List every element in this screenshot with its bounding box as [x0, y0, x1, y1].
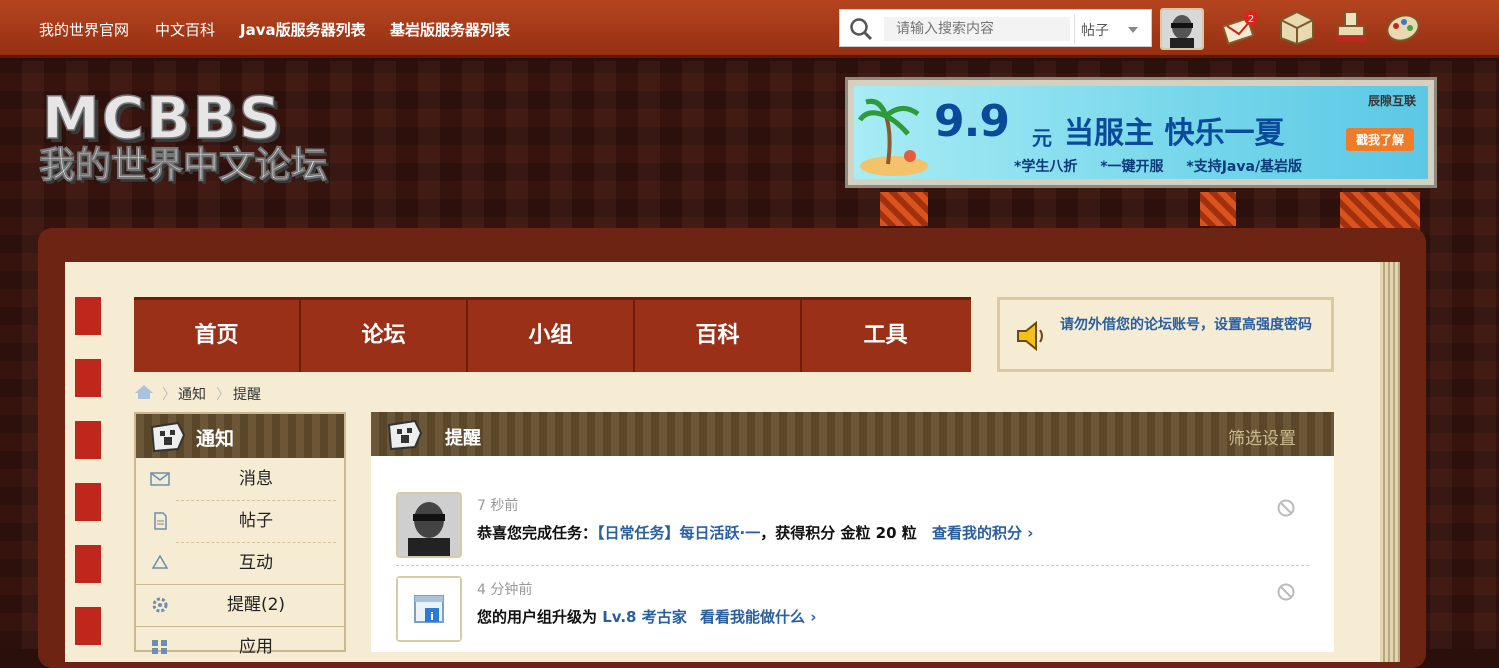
book-page-edge	[1380, 262, 1400, 662]
link-chinese-wiki[interactable]: 中文百科	[155, 19, 215, 40]
stamp-icon[interactable]	[1332, 10, 1370, 46]
block-box-icon[interactable]	[1278, 10, 1316, 46]
sidebar-item-label: 互动	[239, 553, 273, 573]
search-type-select[interactable]: 帖子	[1074, 14, 1148, 44]
breadcrumb-separator: 〉	[162, 387, 176, 403]
ad-price: 9.9	[934, 96, 1010, 147]
chevron-down-icon	[1128, 27, 1138, 33]
nav-home[interactable]: 首页	[134, 300, 301, 372]
creeper-badge-icon	[387, 419, 423, 451]
task-link[interactable]: 【日常任务】每日活跃·一	[597, 524, 760, 542]
ad-features: *学生八折 *一键开服 *支持Java/基岩版	[1014, 159, 1303, 175]
nav-tools[interactable]: 工具	[802, 300, 969, 372]
ad-banner[interactable]: 9.9 元 当服主 快乐一夏 *学生八折 *一键开服 *支持Java/基岩版 辰…	[845, 77, 1437, 188]
message-prefix: 恭喜您完成任务：	[477, 524, 598, 542]
message-prefix: 您的用户组升级为	[477, 608, 598, 626]
info-window-icon: i	[398, 578, 460, 640]
svg-text:我的世界中文论坛: 我的世界中文论坛	[39, 145, 327, 186]
grid-icon	[152, 640, 167, 654]
search-box: 帖子	[839, 9, 1152, 47]
ad-learn-more-button[interactable]: 戳我了解	[1345, 128, 1414, 151]
notification-avatar[interactable]: i	[396, 576, 462, 642]
security-notice[interactable]: 请勿外借您的论坛账号，设置高强度密码	[997, 297, 1334, 372]
nav-forum[interactable]: 论坛	[301, 300, 468, 372]
panel-header: 提醒 筛选设置	[371, 412, 1334, 456]
avatar-image	[1162, 10, 1202, 48]
mcbbs-logo[interactable]: MCBBS MCBBS 我的世界中文论坛 我的世界中文论坛	[38, 80, 368, 190]
view-permissions-link[interactable]: 看看我能做什么 ›	[700, 608, 816, 626]
document-icon	[154, 512, 167, 530]
sidebar-item-messages[interactable]: 消息	[136, 458, 344, 500]
notice-text: 请勿外借您的论坛账号，设置高强度密码	[1060, 317, 1312, 333]
search-type-label: 帖子	[1081, 23, 1109, 39]
lava-block	[1200, 192, 1236, 226]
envelope-icon	[150, 472, 170, 486]
mail-icon[interactable]: 2	[1222, 10, 1260, 46]
ad-slogan: 当服主 快乐一夏	[1064, 116, 1285, 151]
search-icon[interactable]	[848, 16, 874, 42]
top-bar: 我的世界官网 中文百科 Java版服务器列表 基岩版服务器列表 帖子 2	[0, 0, 1499, 58]
svg-text:MCBBS: MCBBS	[42, 84, 282, 152]
palm-island-icon	[858, 98, 928, 176]
sidebar-item-label: 提醒(2)	[226, 595, 286, 615]
notification-time: 4 分钟前	[477, 582, 533, 598]
avatar-image	[398, 494, 460, 556]
sidebar-item-apps[interactable]: 应用	[136, 626, 344, 668]
reminder-panel: 提醒 筛选设置 7 秒前 恭喜您完成任务：【日常任务】每日活跃·一，获得积分 金…	[371, 412, 1334, 652]
divider	[396, 565, 1309, 566]
search-input[interactable]	[884, 17, 1070, 41]
breadcrumb-reminder: 提醒	[233, 387, 261, 403]
main-nav: 首页 论坛 小组 百科 工具	[134, 297, 971, 372]
ad-brand: 辰隙互联	[1367, 94, 1416, 108]
notification-badge: 2	[1248, 14, 1254, 25]
notification-message: 您的用户组升级为 Lv.8 考古家 看看我能做什么 ›	[477, 606, 816, 627]
sidebar-title: 通知	[196, 428, 235, 450]
sidebar-header: 通知	[136, 414, 344, 458]
sidebar-item-posts[interactable]: 帖子	[136, 500, 344, 542]
ad-banner-content: 9.9 元 当服主 快乐一夏 *学生八折 *一键开服 *支持Java/基岩版 辰…	[854, 86, 1428, 179]
svg-text:i: i	[430, 610, 434, 623]
nav-groups[interactable]: 小组	[468, 300, 635, 372]
sidebar-item-label: 帖子	[239, 511, 273, 531]
gear-icon	[152, 597, 168, 613]
sidebar-item-interactions[interactable]: 互动	[136, 542, 344, 584]
notification-avatar[interactable]	[396, 492, 462, 558]
notification-message: 恭喜您完成任务：【日常任务】每日活跃·一，获得积分 金粒 20 粒 查看我的积分…	[477, 522, 1033, 543]
notification-time: 7 秒前	[477, 498, 519, 514]
ad-price-unit: 元	[1032, 126, 1052, 150]
lava-block	[880, 192, 928, 226]
home-icon[interactable]	[134, 384, 154, 400]
sidebar-item-reminders[interactable]: 提醒(2)	[136, 584, 344, 626]
speaker-icon	[1017, 320, 1043, 352]
breadcrumb-separator: 〉	[216, 387, 230, 403]
notification-item: i 4 分钟前 您的用户组升级为 Lv.8 考古家 看看我能做什么 ›	[396, 576, 1311, 656]
breadcrumb-notice[interactable]: 通知	[178, 384, 206, 404]
book-binding	[75, 295, 101, 655]
sidebar-item-label: 消息	[239, 469, 273, 489]
sidebar-item-label: 应用	[239, 637, 273, 657]
block-icon[interactable]	[1276, 582, 1296, 602]
view-points-link[interactable]: 查看我的积分 ›	[932, 524, 1033, 542]
notice-sidebar: 通知 消息 帖子 互动 提醒(2) 应用	[134, 412, 346, 657]
filter-settings-link[interactable]: 筛选设置	[1228, 424, 1296, 449]
user-avatar[interactable]	[1160, 8, 1204, 50]
link-java-server-list[interactable]: Java版服务器列表	[240, 19, 366, 40]
block-icon[interactable]	[1276, 498, 1296, 518]
lava-block	[1340, 192, 1420, 232]
notification-item: 7 秒前 恭喜您完成任务：【日常任务】每日活跃·一，获得积分 金粒 20 粒 查…	[396, 492, 1311, 572]
link-bedrock-server-list[interactable]: 基岩版服务器列表	[390, 19, 510, 40]
creeper-badge-icon	[150, 421, 186, 453]
nav-wiki[interactable]: 百科	[635, 300, 802, 372]
recycle-icon	[151, 554, 169, 569]
palette-icon[interactable]	[1384, 10, 1422, 46]
panel-title: 提醒	[445, 428, 481, 449]
usergroup-link[interactable]: Lv.8 考古家	[602, 608, 686, 626]
message-middle: ，获得积分 金粒 20 粒	[760, 524, 917, 542]
link-minecraft-official[interactable]: 我的世界官网	[39, 19, 129, 40]
